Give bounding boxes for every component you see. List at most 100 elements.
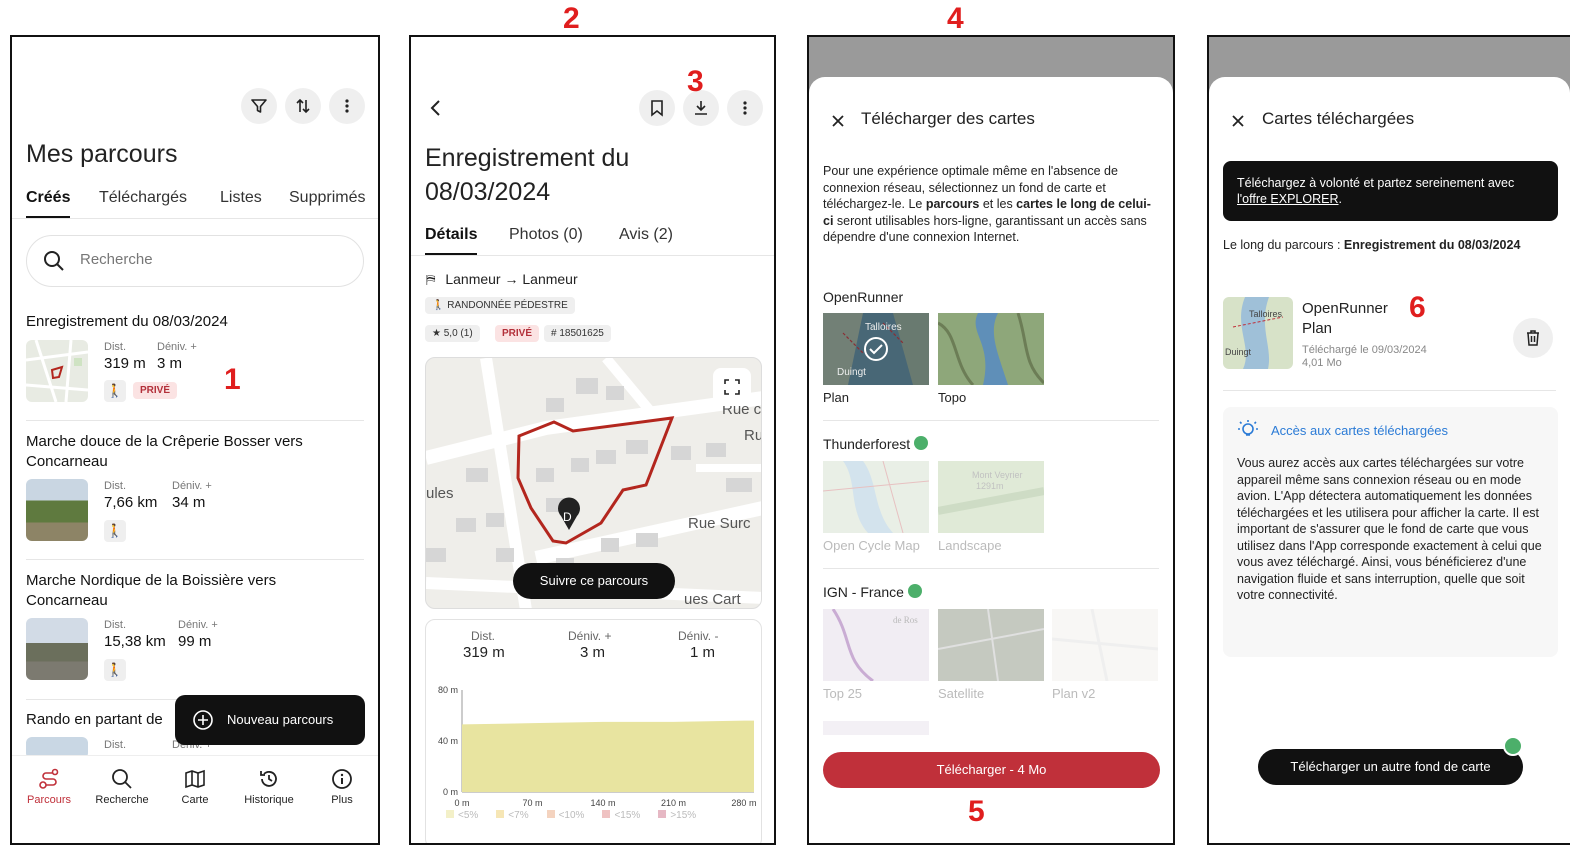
screen-download-maps: Télécharger des cartes Pour une expérien… [807, 35, 1175, 845]
private-badge: PRIVÉ [133, 382, 178, 399]
more-vertical-icon [345, 99, 349, 113]
sheet-title: Télécharger des cartes [861, 109, 1035, 128]
tab-created[interactable]: Créés [26, 189, 71, 219]
info-icon [332, 769, 352, 789]
tab-details[interactable]: Détails [425, 226, 478, 256]
tab-downloaded[interactable]: Téléchargés [99, 189, 187, 207]
elevation-card: Dist. 319 m Déniv. + 3 m Déniv. - 1 m 80… [425, 619, 762, 843]
group-title-thunderforest: Thunderforest [823, 436, 929, 452]
slope-legend-label: <15% [614, 810, 641, 821]
sheet-title: Cartes téléchargées [1262, 109, 1415, 128]
map-option-planv2[interactable] [1052, 609, 1158, 681]
downloaded-map-thumbnail: Talloires Duingt [1223, 297, 1293, 369]
signpost-icon: ⛿ [426, 272, 436, 287]
slope-legend: <5% <7% <10% <15% >15% [446, 810, 756, 821]
map-option-satellite[interactable] [938, 609, 1044, 681]
delete-map-button[interactable] [1513, 318, 1553, 358]
map-label: Plan [823, 390, 850, 405]
route-id-badge: # 18501625 [544, 325, 611, 342]
lightbulb-icon [1238, 420, 1258, 436]
place-label: Duingt [837, 367, 866, 378]
more-vertical-icon [743, 101, 747, 115]
close-icon[interactable] [1231, 114, 1245, 128]
route-endpoints-text: Lanmeur → Lanmeur [445, 271, 578, 287]
place-label: Talloires [1249, 309, 1283, 319]
premium-badge-icon [1503, 736, 1523, 756]
route-title[interactable]: Rando en partant de [26, 711, 163, 728]
tab-lists[interactable]: Listes [220, 189, 262, 207]
slope-legend-item: >15% [658, 810, 696, 821]
x-tick-label: 280 m [731, 798, 756, 808]
search-input[interactable]: Recherche [80, 251, 153, 268]
route-title[interactable]: Marche douce de la Crêperie Bosser vers … [26, 432, 346, 472]
nav-plus[interactable]: Plus [307, 768, 377, 806]
hiker-badge: 🚶 [104, 659, 126, 681]
map-option-plan[interactable]: Talloires Duingt [823, 313, 929, 385]
group-title-ign: IGN - France [823, 584, 922, 600]
map-label: Open Cycle Map [823, 538, 920, 553]
place-label: de Ros [893, 615, 918, 625]
route-title[interactable]: Enregistrement du 08/03/2024 [26, 313, 228, 330]
divider [1223, 390, 1556, 391]
nav-carte[interactable]: Carte [160, 768, 230, 806]
activity-label: RANDONNÉE PÉDESTRE [447, 300, 568, 311]
annotation-6: 6 [1409, 291, 1426, 324]
more-options-button[interactable] [727, 90, 763, 126]
route-map[interactable]: ules Rue Surc ues Cart Rue c Ru D Suivre… [425, 357, 762, 609]
group-title-text: Thunderforest [823, 436, 911, 452]
plan-map-thumbnail: Talloires Duingt [823, 313, 929, 385]
map-option-landscape[interactable]: Mont Veyrier 1291m [938, 461, 1044, 533]
route-context-name: Enregistrement du 08/03/2024 [1343, 238, 1521, 252]
nav-parcours[interactable]: Parcours [14, 768, 84, 806]
slope-legend-item: <10% [546, 810, 584, 821]
nav-historique[interactable]: Historique [234, 768, 304, 806]
route-thumbnail-photo [26, 618, 88, 680]
map-option-top25[interactable]: de Ros [823, 609, 929, 681]
back-arrow-icon[interactable] [429, 99, 443, 117]
filter-button[interactable] [241, 88, 277, 124]
map-option-partial [823, 721, 929, 735]
premium-badge-icon [914, 436, 929, 450]
x-tick-label: 210 m [661, 798, 686, 808]
new-route-label: Nouveau parcours [227, 712, 334, 727]
y-tick-label: 40 m [438, 736, 458, 746]
search-icon [112, 769, 132, 789]
follow-route-button[interactable]: Suivre ce parcours [513, 563, 675, 599]
bookmark-button[interactable] [639, 90, 675, 126]
route-thumbnail-map [26, 340, 88, 402]
download-other-map-button[interactable]: Télécharger un autre fond de carte [1258, 749, 1523, 785]
stat-down-label: Déniv. - [678, 629, 719, 643]
info-card: Accès aux cartes téléchargées Vous aurez… [1223, 407, 1558, 657]
fullscreen-button[interactable] [713, 368, 751, 406]
tab-deleted[interactable]: Supprimés [289, 189, 365, 207]
tab-photos[interactable]: Photos (0) [509, 226, 583, 244]
promo-banner: Téléchargez à volonté et partez sereinem… [1223, 161, 1558, 221]
map-icon [185, 769, 205, 789]
explorer-offer-link[interactable]: l'offre EXPLORER [1237, 192, 1339, 206]
annotation-4: 4 [947, 2, 964, 35]
promo-text: Téléchargez à volonté et partez sereinem… [1237, 176, 1515, 190]
hiker-icon: 🚶 [106, 383, 124, 398]
nav-recherche[interactable]: Recherche [87, 768, 157, 806]
route-thumbnail-photo [26, 479, 88, 541]
info-title: Accès aux cartes téléchargées [1271, 423, 1449, 438]
new-route-button[interactable]: Nouveau parcours [175, 695, 365, 745]
stat-up-label: Déniv. + [568, 629, 612, 643]
map-option-opencyclemap[interactable] [823, 461, 929, 533]
search-box[interactable]: Recherche [26, 235, 364, 287]
more-options-button[interactable] [329, 88, 365, 124]
tab-reviews[interactable]: Avis (2) [619, 226, 673, 244]
landscape-map-thumbnail: Mont Veyrier 1291m [938, 461, 1044, 533]
sort-button[interactable] [285, 88, 321, 124]
slope-legend-item: <5% [446, 810, 478, 821]
route-title[interactable]: Marche Nordique de la Boissière vers Con… [26, 571, 346, 611]
dist-label: Dist. [104, 341, 126, 353]
download-maps-button[interactable]: Télécharger - 4 Mo [823, 752, 1160, 788]
street-label: ules [426, 485, 454, 502]
private-badge: PRIVÉ [495, 325, 540, 342]
close-icon[interactable] [831, 114, 845, 128]
promo-text-end: . [1338, 192, 1342, 206]
expand-icon [724, 379, 740, 395]
y-tick-label: 80 m [438, 685, 458, 695]
map-option-topo[interactable] [938, 313, 1044, 385]
